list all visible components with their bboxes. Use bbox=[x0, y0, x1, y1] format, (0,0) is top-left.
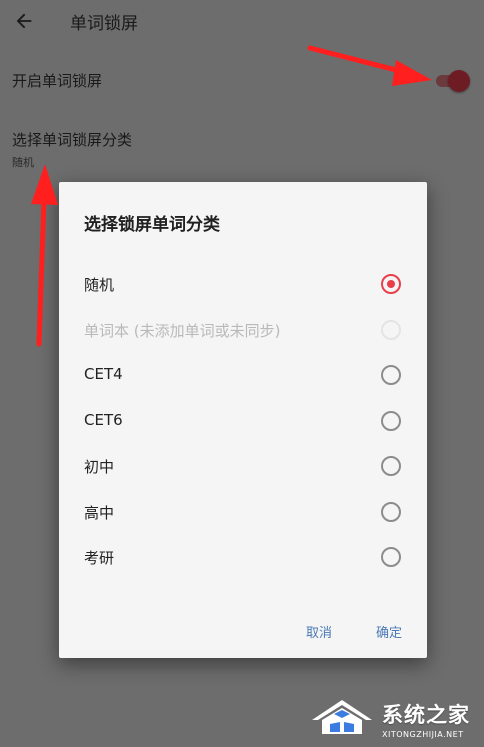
radio-icon[interactable] bbox=[381, 411, 401, 431]
option-label: 单词本 (未添加单词或未同步) bbox=[84, 322, 281, 340]
option-label: CET6 bbox=[84, 411, 123, 429]
arrow-left-icon bbox=[16, 13, 32, 29]
radio-icon[interactable] bbox=[381, 502, 401, 522]
setting-choose-category[interactable]: 选择单词锁屏分类 随机 bbox=[12, 129, 472, 170]
option-senior-high[interactable]: 高中 bbox=[59, 492, 427, 532]
enable-lockscreen-toggle[interactable] bbox=[436, 70, 470, 92]
option-cet6[interactable]: CET6 bbox=[59, 401, 427, 441]
house-logo-icon bbox=[312, 700, 372, 734]
option-label: 初中 bbox=[84, 458, 115, 476]
category-dialog: 选择锁屏单词分类 随机 单词本 (未添加单词或未同步) CET4 CET6 初中… bbox=[59, 182, 427, 658]
option-label: 考研 bbox=[84, 549, 115, 567]
watermark-name: 系统之家 bbox=[382, 703, 470, 727]
app-bar: 单词锁屏 bbox=[0, 0, 484, 44]
radio-disabled-icon bbox=[381, 320, 401, 340]
page-title: 单词锁屏 bbox=[70, 14, 138, 34]
option-wordbook: 单词本 (未添加单词或未同步) bbox=[59, 310, 427, 350]
setting-category-label: 选择单词锁屏分类 bbox=[12, 131, 133, 149]
toggle-thumb bbox=[448, 70, 470, 92]
option-label: 随机 bbox=[84, 276, 115, 294]
watermark: 系统之家 XITONGZHIJIA.NET bbox=[304, 690, 480, 744]
option-label: 高中 bbox=[84, 504, 115, 522]
setting-enable-lockscreen[interactable]: 开启单词锁屏 bbox=[12, 70, 472, 91]
radio-icon[interactable] bbox=[381, 456, 401, 476]
setting-enable-label: 开启单词锁屏 bbox=[12, 72, 103, 90]
watermark-url: XITONGZHIJIA.NET bbox=[382, 730, 464, 739]
option-cet4[interactable]: CET4 bbox=[59, 355, 427, 395]
radio-icon[interactable] bbox=[381, 365, 401, 385]
option-random[interactable]: 随机 bbox=[59, 264, 427, 304]
option-postgrad[interactable]: 考研 bbox=[59, 537, 427, 577]
cancel-button[interactable]: 取消 bbox=[306, 622, 332, 641]
setting-category-value: 随机 bbox=[12, 156, 34, 169]
back-button[interactable] bbox=[10, 7, 38, 35]
confirm-button[interactable]: 确定 bbox=[376, 622, 402, 641]
radio-selected-icon[interactable] bbox=[381, 274, 401, 294]
arrow-to-category bbox=[31, 164, 58, 347]
option-label: CET4 bbox=[84, 365, 123, 383]
dialog-title: 选择锁屏单词分类 bbox=[84, 215, 220, 235]
option-junior-high[interactable]: 初中 bbox=[59, 446, 427, 486]
radio-icon[interactable] bbox=[381, 547, 401, 567]
